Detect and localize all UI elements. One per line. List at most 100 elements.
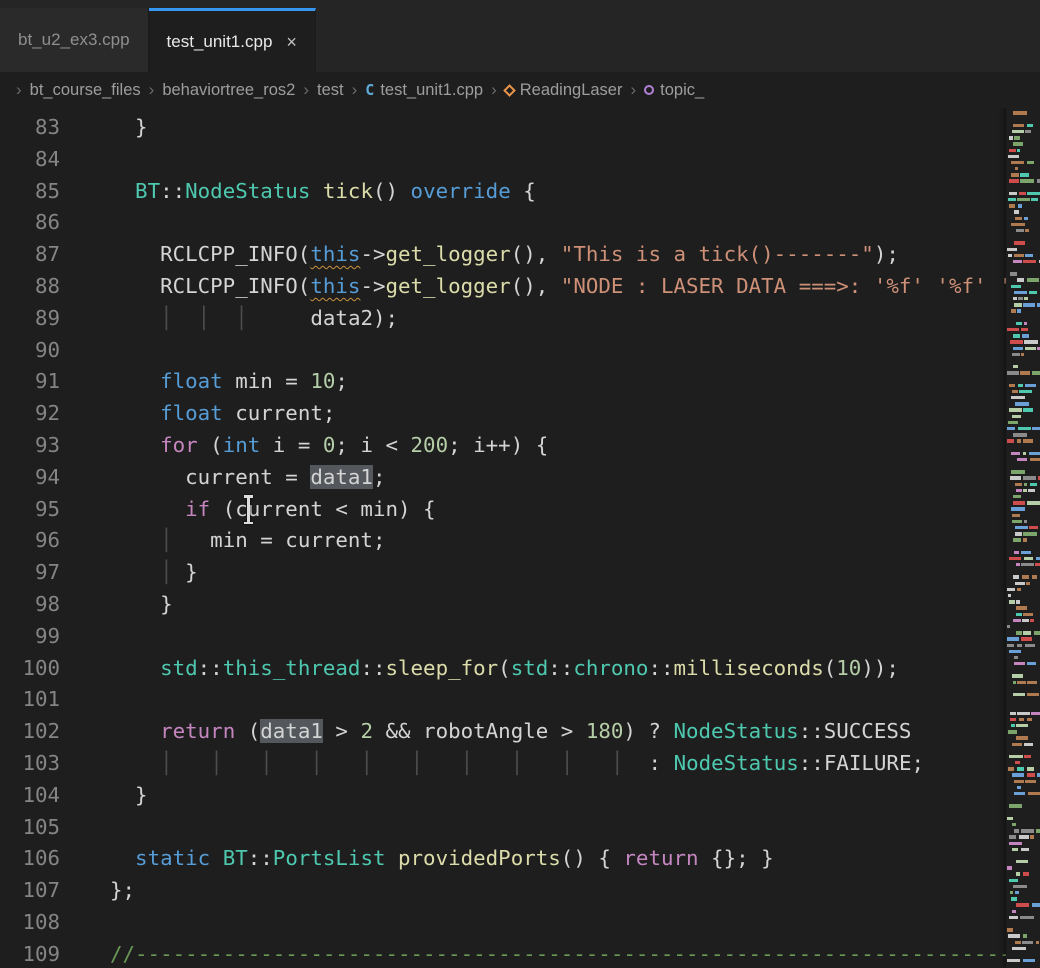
tab-test_unit1.cpp[interactable]: test_unit1.cpp × bbox=[149, 8, 316, 72]
line-number: 85 bbox=[0, 176, 60, 208]
code-line-89[interactable]: 89 │ │ │ data2); bbox=[0, 303, 1040, 335]
code-line-96[interactable]: 96 │ min = current; bbox=[0, 525, 1040, 557]
breadcrumb-label: test bbox=[317, 81, 344, 100]
breadcrumb-item-behaviortree_ros2[interactable]: behaviortree_ros2 bbox=[162, 81, 295, 100]
line-number: 99 bbox=[0, 621, 60, 653]
code-line-95[interactable]: 95 if (current < min) { bbox=[0, 494, 1040, 526]
line-number: 94 bbox=[0, 462, 60, 494]
code-text: current = data1; bbox=[110, 462, 385, 494]
code-text: //--------------------------------------… bbox=[110, 939, 1040, 968]
code-text: if (current < min) { bbox=[110, 494, 436, 526]
code-text: RCLCPP_INFO(this->get_logger(), "This is… bbox=[110, 239, 899, 271]
code-line-105[interactable]: 105 bbox=[0, 812, 1040, 844]
editor[interactable]: 83 }8485 BT::NodeStatus tick() override … bbox=[0, 108, 1040, 968]
breadcrumb-item-test[interactable]: test bbox=[317, 81, 344, 100]
symbol-icon bbox=[644, 85, 654, 95]
chevron-right-icon: › bbox=[303, 80, 309, 100]
code-line-102[interactable]: 102 return (data1 > 2 && robotAngle > 18… bbox=[0, 716, 1040, 748]
line-number: 93 bbox=[0, 430, 60, 462]
breadcrumb-label: ReadingLaser bbox=[520, 81, 623, 100]
line-number: 91 bbox=[0, 366, 60, 398]
breadcrumb-item-topic_[interactable]: topic_ bbox=[644, 81, 704, 100]
line-number: 108 bbox=[0, 907, 60, 939]
code-line-90[interactable]: 90 bbox=[0, 335, 1040, 367]
line-number: 100 bbox=[0, 653, 60, 685]
line-number: 101 bbox=[0, 684, 60, 716]
code-line-108[interactable]: 108 bbox=[0, 907, 1040, 939]
code-text: } bbox=[110, 780, 148, 812]
code-text: │ │ │ data2); bbox=[110, 303, 398, 335]
code-text: return (data1 > 2 && robotAngle > 180) ?… bbox=[110, 716, 911, 748]
code-line-94[interactable]: 94 current = data1; bbox=[0, 462, 1040, 494]
breadcrumb: › bt_course_files › behaviortree_ros2 › test ›… bbox=[8, 80, 704, 100]
tab-label: test_unit1.cpp bbox=[167, 32, 273, 52]
code-line-103[interactable]: 103 │ │ │ │ │ │ │ │ │ │ : NodeStatus::FA… bbox=[0, 748, 1040, 780]
chevron-right-icon: › bbox=[16, 80, 22, 100]
code-text: RCLCPP_INFO(this->get_logger(), "NODE : … bbox=[110, 271, 1040, 303]
code-line-100[interactable]: 100 std::this_thread::sleep_for(std::chr… bbox=[0, 653, 1040, 685]
code-line-109[interactable]: 109 //-----------------------------------… bbox=[0, 939, 1040, 968]
line-number: 96 bbox=[0, 525, 60, 557]
code-line-86[interactable]: 86 bbox=[0, 207, 1040, 239]
code-text: for (int i = 0; i < 200; i++) { bbox=[110, 430, 548, 462]
code-line-92[interactable]: 92 float current; bbox=[0, 398, 1040, 430]
chevron-right-icon: › bbox=[630, 80, 636, 100]
code-line-91[interactable]: 91 float min = 10; bbox=[0, 366, 1040, 398]
line-number: 86 bbox=[0, 207, 60, 239]
code-line-101[interactable]: 101 bbox=[0, 684, 1040, 716]
code-line-99[interactable]: 99 bbox=[0, 621, 1040, 653]
code-text: │ } bbox=[110, 557, 198, 589]
breadcrumb-item-ReadingLaser[interactable]: ReadingLaser bbox=[505, 81, 623, 100]
code-lines: 83 }8485 BT::NodeStatus tick() override … bbox=[0, 108, 1040, 968]
code-line-104[interactable]: 104 } bbox=[0, 780, 1040, 812]
code-line-83[interactable]: 83 } bbox=[0, 112, 1040, 144]
minimap[interactable] bbox=[1006, 108, 1040, 968]
line-number: 97 bbox=[0, 557, 60, 589]
code-line-98[interactable]: 98 } bbox=[0, 589, 1040, 621]
code-line-97[interactable]: 97 │ } bbox=[0, 557, 1040, 589]
line-number: 106 bbox=[0, 843, 60, 875]
tab-label: bt_u2_ex3.cpp bbox=[18, 30, 130, 50]
code-line-85[interactable]: 85 BT::NodeStatus tick() override { bbox=[0, 176, 1040, 208]
code-text: BT::NodeStatus tick() override { bbox=[110, 176, 536, 208]
line-number: 104 bbox=[0, 780, 60, 812]
line-number: 105 bbox=[0, 812, 60, 844]
code-text: } bbox=[110, 589, 173, 621]
line-number: 95 bbox=[0, 494, 60, 526]
line-number: 109 bbox=[0, 939, 60, 968]
line-number: 89 bbox=[0, 303, 60, 335]
code-line-93[interactable]: 93 for (int i = 0; i < 200; i++) { bbox=[0, 430, 1040, 462]
code-text: std::this_thread::sleep_for(std::chrono:… bbox=[110, 653, 899, 685]
code-text: float min = 10; bbox=[110, 366, 348, 398]
line-number: 98 bbox=[0, 589, 60, 621]
line-number: 83 bbox=[0, 112, 60, 144]
breadcrumb-bar: › bt_course_files › behaviortree_ros2 › test ›… bbox=[0, 72, 1040, 108]
breadcrumb-item-test_unit1.cpp[interactable]: Ctest_unit1.cpp bbox=[365, 81, 483, 100]
code-text: │ │ │ │ │ │ │ │ │ │ : NodeStatus::FAILUR… bbox=[110, 748, 924, 780]
line-number: 103 bbox=[0, 748, 60, 780]
code-line-106[interactable]: 106 static BT::PortsList providedPorts()… bbox=[0, 843, 1040, 875]
breadcrumb-label: test_unit1.cpp bbox=[380, 81, 483, 100]
line-number: 107 bbox=[0, 875, 60, 907]
tab-bt_u2_ex3.cpp[interactable]: bt_u2_ex3.cpp bbox=[0, 8, 149, 72]
breadcrumb-label: bt_course_files bbox=[30, 81, 141, 100]
line-number: 88 bbox=[0, 271, 60, 303]
code-text: static BT::PortsList providedPorts() { r… bbox=[110, 843, 774, 875]
cpp-icon: C bbox=[365, 81, 374, 99]
breadcrumb-item-bt_course_files[interactable]: bt_course_files bbox=[30, 81, 141, 100]
code-line-88[interactable]: 88 RCLCPP_INFO(this->get_logger(), "NODE… bbox=[0, 271, 1040, 303]
tab-bar: bt_u2_ex3.cpp test_unit1.cpp × bbox=[0, 0, 1040, 72]
line-number: 90 bbox=[0, 335, 60, 367]
code-text: } bbox=[110, 112, 148, 144]
tab-close-icon[interactable]: × bbox=[286, 33, 297, 51]
line-number: 84 bbox=[0, 144, 60, 176]
code-text: │ min = current; bbox=[110, 525, 385, 557]
line-number: 102 bbox=[0, 716, 60, 748]
code-line-107[interactable]: 107}; bbox=[0, 875, 1040, 907]
breadcrumb-label: behaviortree_ros2 bbox=[162, 81, 295, 100]
code-line-84[interactable]: 84 bbox=[0, 144, 1040, 176]
breadcrumb-label: topic_ bbox=[660, 81, 704, 100]
code-line-87[interactable]: 87 RCLCPP_INFO(this->get_logger(), "This… bbox=[0, 239, 1040, 271]
code-text: }; bbox=[110, 875, 135, 907]
chevron-right-icon: › bbox=[491, 80, 497, 100]
